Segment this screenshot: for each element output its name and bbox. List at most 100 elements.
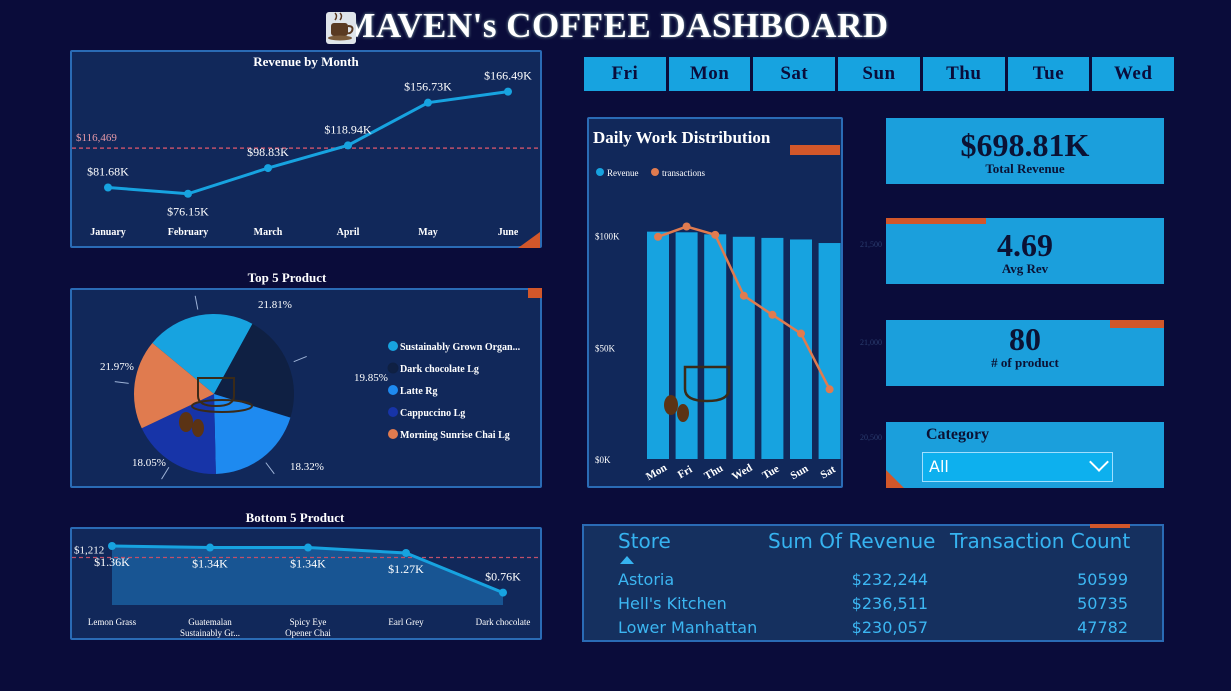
bottom-product-data-label: $1.27K <box>388 562 424 576</box>
revenue-point-march <box>264 164 272 173</box>
transactions-point-wed <box>739 291 748 300</box>
day-tick-label: Tue <box>760 463 781 482</box>
pie-percent-label: 18.32% <box>290 461 324 473</box>
bottom-product-data-label: $1.36K <box>94 555 130 569</box>
transactions-point-tue <box>768 310 777 319</box>
revenue-bar-wed <box>732 236 755 459</box>
revenue-by-month-panel: Revenue by Month $116,469 $81.68K January $… <box>70 50 542 248</box>
month-tick-label: January <box>90 227 126 238</box>
transaction-cell: 50599 <box>1077 570 1128 589</box>
daily-work-distribution-panel: Daily Work Distribution Revenue transacti… <box>587 117 843 488</box>
legend-label-latte-rg: Latte Rg <box>400 386 438 397</box>
bottom-product-point-guatemalan-sustainably-gr <box>206 543 214 552</box>
transactions-point-thu <box>711 230 720 239</box>
month-tick-label: May <box>418 227 437 238</box>
revenue-point-june <box>504 87 512 96</box>
revenue-by-month-chart: $116,469 $81.68K January $76.15K February $98… <box>72 69 540 238</box>
revenue-point-may <box>424 98 432 107</box>
revenue-point-january <box>104 183 112 192</box>
revenue-data-label: $76.15K <box>167 205 209 219</box>
secondary-y-tick-label: 21,000 <box>860 338 882 347</box>
day-tick-label: Wed <box>730 462 755 483</box>
daily-work-distribution-chart: Revenue transactions $0K $50K $100K Mon Fri Thu… <box>595 168 841 483</box>
day-tick-label: Sun <box>789 463 811 483</box>
y-tick-label: $50K <box>595 343 616 353</box>
coffee-bean-icon <box>664 395 678 415</box>
total-revenue-card: $698.81K Total Revenue <box>886 118 1164 184</box>
transactions-point-sat <box>825 385 834 394</box>
avg-rev-value: 4.69 <box>997 227 1053 263</box>
total-revenue-label: Total Revenue <box>985 161 1065 176</box>
sum-of-revenue-header[interactable]: Sum Of Revenue <box>768 529 935 553</box>
product-tick-label-spicy-eye-opener-chai: Spicy Eye Opener Chai <box>285 617 331 638</box>
day-tick-label: Thu <box>702 462 725 482</box>
pie-percent-label: 21.81% <box>258 299 292 311</box>
pie-leader-line <box>114 381 129 384</box>
legend-swatch-revenue <box>596 168 604 176</box>
day-tick-label: Mon <box>644 462 669 483</box>
bottom-product-point-spicy-eye-opener-chai <box>304 543 312 552</box>
product-tick-label-earl-grey: Earl Grey <box>388 617 424 627</box>
sort-ascending-icon[interactable] <box>620 556 634 564</box>
category-label: Category <box>926 426 990 443</box>
day-button-thu[interactable]: Thu <box>922 57 1005 91</box>
transactions-point-mon <box>654 232 662 241</box>
bottom-product-point-dark-chocolate <box>499 588 507 597</box>
day-button-fri[interactable]: Fri <box>584 57 666 91</box>
month-tick-label: April <box>337 227 360 238</box>
avg-rev-card: 4.69 Avg Rev <box>886 218 1164 284</box>
day-button-sat[interactable]: Sat <box>753 57 836 91</box>
revenue-cell: $230,057 <box>851 618 928 637</box>
revenue-cell: $232,244 <box>851 570 928 589</box>
revenue-bar-mon <box>647 231 669 459</box>
secondary-y-tick-label: 21,500 <box>860 240 882 249</box>
bottom-product-data-label: $0.76K <box>485 570 521 584</box>
reference-line-label: $116,469 <box>76 132 117 144</box>
day-button-wed[interactable]: Wed <box>1092 57 1175 91</box>
revenue-bar-sat <box>818 243 841 459</box>
store-header[interactable]: Store <box>618 529 671 553</box>
store-table: Store Sum Of Revenue Transaction Count A… <box>582 524 1164 642</box>
pie-percent-label: 19.85% <box>354 372 388 384</box>
category-dropdown[interactable]: All <box>922 452 1113 482</box>
y-tick-label: $100K <box>595 232 620 242</box>
month-tick-label: February <box>168 227 209 238</box>
page-title: MAVEN's COFFEE DASHBOARD <box>342 6 889 45</box>
top-5-product-chart: 21.97% Sustainably Grown Organ... 21.81% Da… <box>100 295 521 480</box>
legend-swatch <box>388 429 398 439</box>
legend-label-dark-chocolate-lg: Dark chocolate Lg <box>400 364 479 375</box>
revenue-point-april <box>344 141 352 150</box>
legend-label-sustainably-grown-organ: Sustainably Grown Organ... <box>400 342 521 353</box>
day-button-sun[interactable]: Sun <box>838 57 920 91</box>
day-button-mon[interactable]: Mon <box>668 57 751 91</box>
bottom-product-point-earl-grey <box>402 548 410 557</box>
transaction-cell: 47782 <box>1077 618 1128 637</box>
revenue-data-label: $156.73K <box>404 80 452 94</box>
coffee-bean-icon <box>179 412 193 432</box>
top-5-product-panel: 21.97% Sustainably Grown Organ... 21.81% Da… <box>70 288 542 488</box>
legend-swatch <box>388 341 398 351</box>
coffee-bean-icon <box>677 404 689 422</box>
bottom-5-product-title: Bottom 5 Product <box>245 510 345 525</box>
legend-swatch <box>388 407 398 417</box>
bottom-product-area <box>112 545 503 605</box>
day-filter-bar: Fri Mon Sat Sun Thu Tue Wed <box>584 57 1175 91</box>
transaction-count-header[interactable]: Transaction Count <box>950 529 1130 553</box>
bottom-5-product-panel: $1,212 $1.36K Lemon Grass $1.34K Guatemalan S… <box>70 527 542 640</box>
pie-leader-line <box>265 462 275 475</box>
transactions-point-fri <box>682 222 691 231</box>
revenue-point-february <box>184 189 192 198</box>
store-name-cell: Hell's Kitchen <box>618 594 727 613</box>
revenue-line <box>107 90 509 196</box>
bottom-5-product-chart: $1,212$1.36KLemon Grass$1.34KGuatemalan S… <box>72 541 540 638</box>
avg-rev-label: Avg Rev <box>1001 261 1049 276</box>
day-button-tue[interactable]: Tue <box>1007 57 1090 91</box>
legend-label-revenue: Revenue <box>607 168 639 178</box>
num-product-card: 80 # of product <box>886 320 1164 386</box>
legend-swatch-transactions <box>651 168 659 176</box>
revenue-data-label: $81.68K <box>87 164 129 178</box>
secondary-axis-labels: 21,500 21,000 20,500 <box>860 240 882 442</box>
store-name-cell: Lower Manhattan <box>618 618 758 637</box>
coffee-bean-icon <box>192 419 204 437</box>
secondary-y-tick-label: 20,500 <box>860 433 882 442</box>
